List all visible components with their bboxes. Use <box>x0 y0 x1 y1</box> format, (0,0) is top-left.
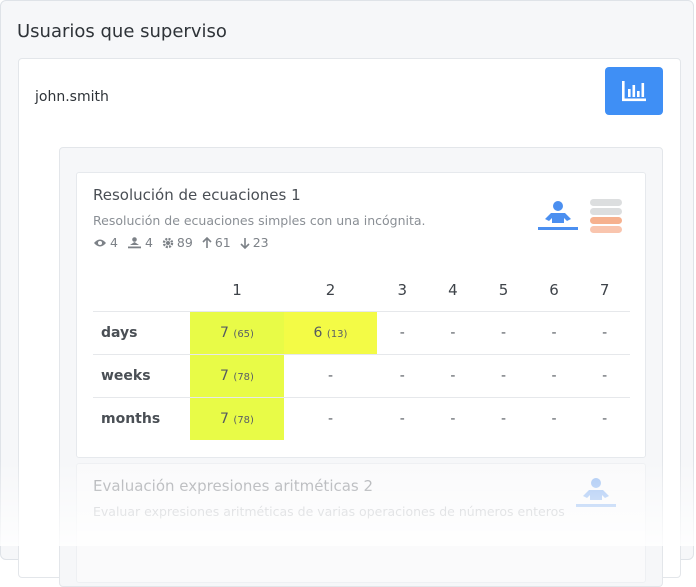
arrow-down-icon <box>240 237 250 249</box>
problem-title[interactable]: Resolución de ecuaciones 1 <box>93 186 301 204</box>
table-cell: - <box>528 311 580 355</box>
table-cell: - <box>478 397 529 440</box>
row-label: days <box>93 311 190 355</box>
column-header: 4 <box>448 281 458 299</box>
user-name: john.smith <box>35 89 109 105</box>
level-indicator <box>590 199 622 235</box>
table-cell: - <box>528 354 580 398</box>
gear-icon <box>162 237 174 248</box>
column-header: 3 <box>397 281 408 299</box>
teacher-icon <box>576 478 616 507</box>
student-desk-icon <box>127 236 141 248</box>
page-title: Usuarios que superviso <box>17 21 227 42</box>
problem-description: Evaluar expresiones aritméticas de varia… <box>93 504 565 519</box>
table-cell: 6 (13) <box>284 311 377 355</box>
table-cell: 7 (78) <box>190 354 284 398</box>
table-cell: - <box>377 311 428 355</box>
eye-icon <box>94 239 106 246</box>
table-cell: - <box>377 397 428 440</box>
downvotes-stat: 23 <box>240 235 269 250</box>
arrow-up-icon <box>202 236 212 248</box>
problem-stats: 4 4 89 61 23 <box>93 235 269 250</box>
table-row: days 7 (65) 6 (13) - - - - - <box>93 311 630 355</box>
problem-card[interactable]: Resolución de ecuaciones 1 Resolución de… <box>76 172 646 458</box>
attempts-table: 1 2 3 4 5 6 7 days 7 (65) 6 (13) - - - -… <box>93 269 630 440</box>
problem-description: Resolución de ecuaciones simples con una… <box>93 213 426 228</box>
bar-chart-icon <box>622 81 646 102</box>
problems-panel: Resolución de ecuaciones 1 Resolución de… <box>59 147 663 587</box>
table-row: weeks 7 (78) - - - - - - <box>93 354 630 398</box>
table-cell: - <box>528 397 580 440</box>
problem-card[interactable]: Evaluación expresiones aritméticas 2 Eva… <box>76 463 646 583</box>
corner-cell <box>93 269 190 312</box>
row-label: months <box>93 397 190 440</box>
column-header: 6 <box>549 281 559 299</box>
user-card: john.smith Resolución de ecuaciones 1 Re… <box>18 58 681 587</box>
table-cell: - <box>579 311 630 355</box>
table-row: months 7 (78) - - - - - - <box>93 397 630 440</box>
row-label: weeks <box>93 354 190 398</box>
table-cell: - <box>579 397 630 440</box>
table-cell: - <box>478 311 529 355</box>
students-stat: 4 <box>127 235 153 250</box>
table-header-row: 1 2 3 4 5 6 7 <box>93 269 630 312</box>
column-header: 7 <box>599 281 610 299</box>
supervised-users-panel: Usuarios que superviso john.smith Resolu… <box>0 0 694 587</box>
table-cell: - <box>427 354 479 398</box>
table-cell: - <box>579 354 630 398</box>
table-cell: - <box>284 397 377 440</box>
problem-title[interactable]: Evaluación expresiones aritméticas 2 <box>93 477 373 495</box>
teacher-icon <box>538 201 578 230</box>
user-stats-button[interactable] <box>605 67 663 115</box>
table-cell: - <box>284 354 377 398</box>
column-header: 5 <box>498 281 509 299</box>
column-header: 1 <box>232 281 242 299</box>
table-cell: - <box>427 397 479 440</box>
table-cell: - <box>478 354 529 398</box>
table-cell: 7 (65) <box>190 311 284 355</box>
column-header: 2 <box>325 281 336 299</box>
table-cell: - <box>377 354 428 398</box>
solved-stat: 89 <box>162 235 193 250</box>
views-stat: 4 <box>93 235 118 250</box>
table-cell: - <box>427 311 479 355</box>
table-cell: 7 (78) <box>190 397 284 440</box>
upvotes-stat: 61 <box>202 235 231 250</box>
